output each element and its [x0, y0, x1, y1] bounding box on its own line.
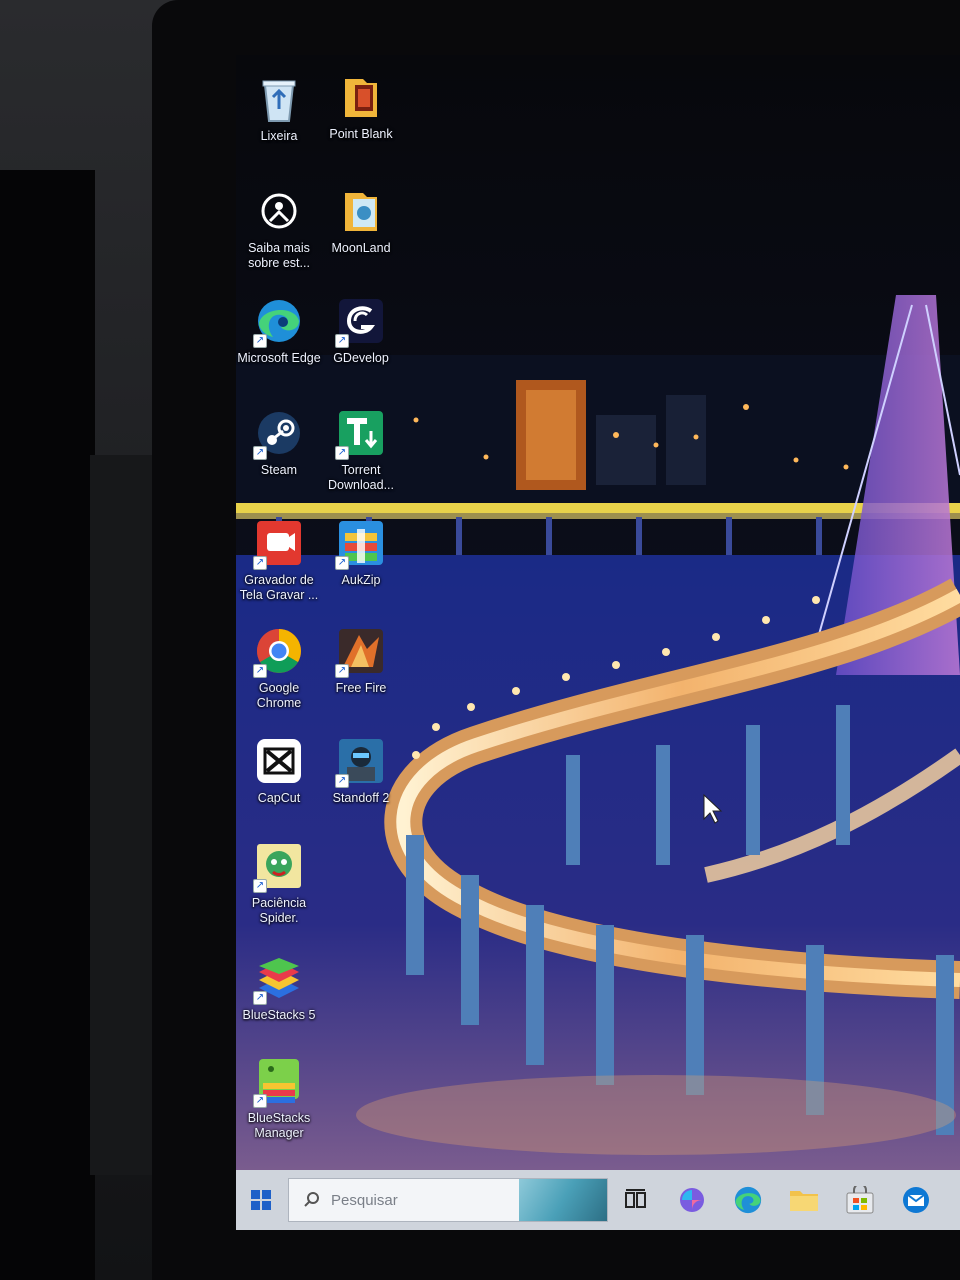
chrome-icon: ↗: [253, 625, 305, 678]
desktop-icon-point-blank[interactable]: Point Blank: [318, 71, 404, 175]
dark-box: [90, 455, 160, 1175]
desktop-icon-lixeira[interactable]: Lixeira: [236, 73, 322, 177]
point-blank-icon: [335, 71, 387, 123]
mail-button[interactable]: [888, 1170, 944, 1230]
store-button[interactable]: [832, 1170, 888, 1230]
icon-label: CapCut: [257, 791, 301, 805]
desktop-icon-gravador[interactable]: ↗ Gravador de Tela Gravar ...: [236, 517, 322, 621]
icon-label: Saiba mais sobre est...: [248, 241, 310, 270]
icon-label: Microsoft Edge: [237, 351, 321, 365]
shortcut-arrow-icon: ↗: [335, 334, 349, 348]
icon-label: BlueStacks 5: [242, 1008, 316, 1022]
desktop-icon-gdevelop[interactable]: ↗ GDevelop: [318, 295, 404, 399]
shortcut-arrow-icon: ↗: [335, 774, 349, 788]
moonland-icon: [335, 185, 387, 237]
bluestacks-icon: ↗: [253, 952, 305, 1005]
icon-label: Free Fire: [335, 681, 387, 695]
icon-label: MoonLand: [331, 241, 391, 255]
edge-icon: [734, 1186, 762, 1214]
steam-icon: ↗: [253, 407, 305, 460]
standoff2-icon: ↗: [335, 735, 387, 788]
store-icon: [846, 1186, 874, 1214]
shortcut-arrow-icon: ↗: [253, 334, 267, 348]
learn-more-icon: [253, 185, 305, 237]
desktop-icon-steam[interactable]: ↗ Steam: [236, 407, 322, 511]
file-explorer-button[interactable]: [776, 1170, 832, 1230]
capcut-icon: [253, 735, 305, 787]
aukzip-icon: ↗: [335, 517, 387, 570]
copilot-icon: [680, 1188, 704, 1212]
start-button[interactable]: [236, 1170, 286, 1230]
recycle-bin-icon: [253, 73, 305, 125]
torrent-icon: ↗: [335, 407, 387, 460]
screen-recorder-icon: ↗: [253, 517, 305, 570]
shortcut-arrow-icon: ↗: [253, 664, 267, 678]
desktop-icon-grid: Lixeira Saiba mais sobre est... ↗ Micros…: [236, 55, 416, 1165]
spider-solitaire-icon: ↗: [253, 840, 305, 893]
desktop-icon-capcut[interactable]: CapCut: [236, 735, 322, 839]
bluestacks-manager-icon: ↗: [253, 1055, 305, 1108]
copilot-button[interactable]: [664, 1170, 720, 1230]
taskbar-edge-button[interactable]: [720, 1170, 776, 1230]
shortcut-arrow-icon: ↗: [253, 1094, 267, 1108]
icon-label: AukZip: [341, 573, 381, 587]
free-fire-icon: ↗: [335, 625, 387, 678]
shortcut-arrow-icon: ↗: [335, 556, 349, 570]
icon-label: Gravador de Tela Gravar ...: [239, 573, 319, 602]
shortcut-arrow-icon: ↗: [253, 556, 267, 570]
gdevelop-icon: ↗: [335, 295, 387, 348]
edge-icon: ↗: [253, 295, 305, 348]
start-icon: [251, 1190, 271, 1210]
shortcut-arrow-icon: ↗: [253, 991, 267, 1005]
icon-label: Standoff 2: [332, 791, 390, 805]
file-explorer-icon: [790, 1191, 818, 1211]
task-view-icon: [625, 1189, 646, 1208]
shortcut-arrow-icon: ↗: [253, 879, 267, 893]
desktop-icon-torrent[interactable]: ↗ Torrent Download...: [318, 407, 404, 511]
icon-label: Lixeira: [260, 129, 298, 143]
search-icon: [304, 1192, 319, 1207]
shortcut-arrow-icon: ↗: [335, 664, 349, 678]
desktop-icon-aukzip[interactable]: ↗ AukZip: [318, 517, 404, 621]
search-highlight-image: [519, 1179, 607, 1221]
taskbar: [236, 1170, 960, 1230]
taskbar-search-box[interactable]: [288, 1178, 608, 1222]
monitor-screen: Lixeira Saiba mais sobre est... ↗ Micros…: [236, 55, 960, 1230]
icon-label: Google Chrome: [256, 681, 302, 710]
shortcut-arrow-icon: ↗: [253, 446, 267, 460]
icon-label: Steam: [260, 463, 298, 477]
task-view-button[interactable]: [608, 1170, 664, 1230]
desktop-icon-moonland[interactable]: MoonLand: [318, 185, 404, 289]
desktop-icon-bluestacks5[interactable]: ↗ BlueStacks 5: [236, 952, 322, 1056]
desktop-icon-standoff2[interactable]: ↗ Standoff 2: [318, 735, 404, 839]
icon-label: BlueStacks Manager: [247, 1111, 311, 1140]
desktop-icon-paciencia[interactable]: ↗ Paciência Spider.: [236, 840, 322, 944]
mail-icon: [903, 1187, 929, 1213]
dark-furniture: [0, 170, 95, 1280]
shortcut-arrow-icon: ↗: [335, 446, 349, 460]
icon-label: Paciência Spider.: [251, 896, 307, 925]
search-input[interactable]: [331, 1191, 531, 1209]
desktop-icon-chrome[interactable]: ↗ Google Chrome: [236, 625, 322, 729]
icon-label: Torrent Download...: [327, 463, 394, 492]
desktop-icon-saiba-mais[interactable]: Saiba mais sobre est...: [236, 185, 322, 289]
desktop-icon-edge[interactable]: ↗ Microsoft Edge: [236, 295, 322, 399]
desktop-icon-free-fire[interactable]: ↗ Free Fire: [318, 625, 404, 729]
icon-label: GDevelop: [333, 351, 389, 365]
desktop-icon-bluestacks-manager[interactable]: ↗ BlueStacks Manager: [236, 1055, 322, 1159]
icon-label: Point Blank: [329, 127, 393, 141]
